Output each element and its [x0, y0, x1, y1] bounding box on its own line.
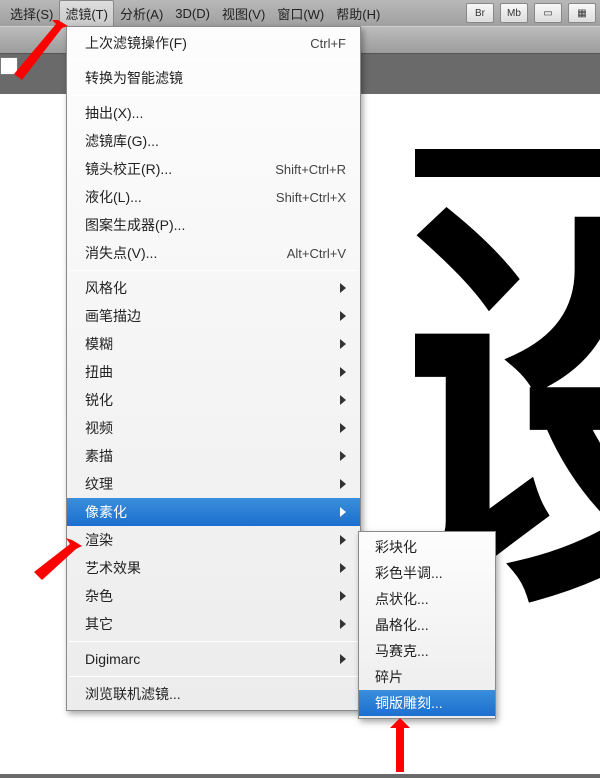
- menu-item-label: 锐化: [85, 390, 332, 410]
- menu-item-digimarc[interactable]: Digimarc: [67, 645, 360, 673]
- menu-item-label: 铜版雕刻...: [375, 693, 483, 713]
- menu-item-vanishing-point[interactable]: 消失点(V)... Alt+Ctrl+V: [67, 239, 360, 267]
- menu-item-label: 滤镜库(G)...: [85, 131, 346, 151]
- menubar-right: Br Mb ▭ ▦: [466, 3, 596, 23]
- menu-item-label: 彩块化: [375, 537, 483, 557]
- menu-item-accel: Ctrl+F: [310, 36, 346, 51]
- menu-item-label: 抽出(X)...: [85, 103, 346, 123]
- submenu-item-facet[interactable]: 彩块化: [359, 534, 495, 560]
- menu-item-label: 视频: [85, 418, 332, 438]
- menu-item-extract[interactable]: 抽出(X)...: [67, 99, 360, 127]
- submenu-item-color-halftone[interactable]: 彩色半调...: [359, 560, 495, 586]
- menu-item-label: 马赛克...: [375, 641, 483, 661]
- menu-item-video[interactable]: 视频: [67, 414, 360, 442]
- menu-item-label: 素描: [85, 446, 332, 466]
- submenu-arrow-icon: [340, 395, 346, 405]
- menu-item-liquify[interactable]: 液化(L)... Shift+Ctrl+X: [67, 183, 360, 211]
- submenu-item-pointillize[interactable]: 点状化...: [359, 586, 495, 612]
- menu-item-label: 液化(L)...: [85, 187, 276, 207]
- menu-item-label: 杂色: [85, 586, 332, 606]
- menu-item-sharpen[interactable]: 锐化: [67, 386, 360, 414]
- menu-item-label: 碎片: [375, 667, 483, 687]
- pixelate-submenu: 彩块化 彩色半调... 点状化... 晶格化... 马赛克... 碎片 铜版雕刻…: [358, 531, 496, 719]
- submenu-arrow-icon: [340, 563, 346, 573]
- menu-separator: [69, 641, 358, 642]
- menu-item-label: 点状化...: [375, 589, 483, 609]
- menu-separator: [69, 95, 358, 96]
- menu-item-brush-strokes[interactable]: 画笔描边: [67, 302, 360, 330]
- menu-item-label: 彩色半调...: [375, 563, 483, 583]
- menu-item-lens-correction[interactable]: 镜头校正(R)... Shift+Ctrl+R: [67, 155, 360, 183]
- menu-item-last-filter[interactable]: 上次滤镜操作(F) Ctrl+F: [67, 29, 360, 57]
- submenu-arrow-icon: [340, 311, 346, 321]
- menu-item-label: Digimarc: [85, 651, 332, 667]
- screenmode-button[interactable]: ▭: [534, 3, 562, 23]
- arrange-button[interactable]: ▦: [568, 3, 596, 23]
- menu-separator: [69, 676, 358, 677]
- menu-item-texture[interactable]: 纹理: [67, 470, 360, 498]
- menu-item-browse-online[interactable]: 浏览联机滤镜...: [67, 680, 360, 708]
- menu-window[interactable]: 窗口(W): [271, 0, 330, 27]
- menu-item-smart-filter[interactable]: 转换为智能滤镜: [67, 64, 360, 92]
- menu-item-accel: Alt+Ctrl+V: [287, 246, 346, 261]
- menu-item-distort[interactable]: 扭曲: [67, 358, 360, 386]
- menu-item-label: 晶格化...: [375, 615, 483, 635]
- menu-analysis[interactable]: 分析(A): [114, 0, 169, 27]
- annotation-arrow-1: [0, 18, 78, 88]
- submenu-item-mosaic[interactable]: 马赛克...: [359, 638, 495, 664]
- bridge-button[interactable]: Br: [466, 3, 494, 23]
- menu-item-label: 转换为智能滤镜: [85, 68, 346, 88]
- menu-item-stylize[interactable]: 风格化: [67, 274, 360, 302]
- menu-item-label: 风格化: [85, 278, 332, 298]
- submenu-item-crystallize[interactable]: 晶格化...: [359, 612, 495, 638]
- menu-item-label: 渲染: [85, 530, 332, 550]
- menu-item-label: 模糊: [85, 334, 332, 354]
- submenu-arrow-icon: [340, 479, 346, 489]
- menu-item-artistic[interactable]: 艺术效果: [67, 554, 360, 582]
- menu-item-label: 浏览联机滤镜...: [85, 684, 346, 704]
- menu-item-accel: Shift+Ctrl+R: [275, 162, 346, 177]
- menu-help[interactable]: 帮助(H): [330, 0, 386, 27]
- menu-view[interactable]: 视图(V): [216, 0, 271, 27]
- menu-item-label: 消失点(V)...: [85, 243, 287, 263]
- submenu-item-mezzotint[interactable]: 铜版雕刻...: [359, 690, 495, 716]
- menu-item-other[interactable]: 其它: [67, 610, 360, 638]
- submenu-arrow-icon: [340, 423, 346, 433]
- menu-separator: [69, 270, 358, 271]
- menu-item-label: 镜头校正(R)...: [85, 159, 275, 179]
- submenu-arrow-icon: [340, 283, 346, 293]
- menu-item-sketch[interactable]: 素描: [67, 442, 360, 470]
- menu-item-blur[interactable]: 模糊: [67, 330, 360, 358]
- menu-item-label: 扭曲: [85, 362, 332, 382]
- menu-3d[interactable]: 3D(D): [169, 2, 216, 25]
- menu-item-filter-gallery[interactable]: 滤镜库(G)...: [67, 127, 360, 155]
- menu-item-label: 其它: [85, 614, 332, 634]
- submenu-arrow-icon: [340, 339, 346, 349]
- submenu-item-fragment[interactable]: 碎片: [359, 664, 495, 690]
- menu-item-label: 上次滤镜操作(F): [85, 33, 310, 53]
- menu-item-label: 图案生成器(P)...: [85, 215, 346, 235]
- menu-separator: [69, 60, 358, 61]
- menu-item-render[interactable]: 渲染: [67, 526, 360, 554]
- menu-item-label: 画笔描边: [85, 306, 332, 326]
- submenu-arrow-icon: [340, 451, 346, 461]
- annotation-arrow-3: [380, 718, 420, 778]
- filter-dropdown-menu: 上次滤镜操作(F) Ctrl+F 转换为智能滤镜 抽出(X)... 滤镜库(G)…: [66, 26, 361, 711]
- menubar: 选择(S) 滤镜(T) 分析(A) 3D(D) 视图(V) 窗口(W) 帮助(H…: [0, 0, 600, 26]
- submenu-arrow-icon: [340, 507, 346, 517]
- menu-item-accel: Shift+Ctrl+X: [276, 190, 346, 205]
- minibridge-button[interactable]: Mb: [500, 3, 528, 23]
- submenu-arrow-icon: [340, 619, 346, 629]
- menu-item-label: 像素化: [85, 502, 332, 522]
- menu-item-pixelate[interactable]: 像素化: [67, 498, 360, 526]
- submenu-arrow-icon: [340, 367, 346, 377]
- menu-item-pattern-maker[interactable]: 图案生成器(P)...: [67, 211, 360, 239]
- submenu-arrow-icon: [340, 654, 346, 664]
- menu-item-noise[interactable]: 杂色: [67, 582, 360, 610]
- annotation-arrow-2: [24, 524, 84, 584]
- menu-item-label: 艺术效果: [85, 558, 332, 578]
- menu-item-label: 纹理: [85, 474, 332, 494]
- submenu-arrow-icon: [340, 535, 346, 545]
- submenu-arrow-icon: [340, 591, 346, 601]
